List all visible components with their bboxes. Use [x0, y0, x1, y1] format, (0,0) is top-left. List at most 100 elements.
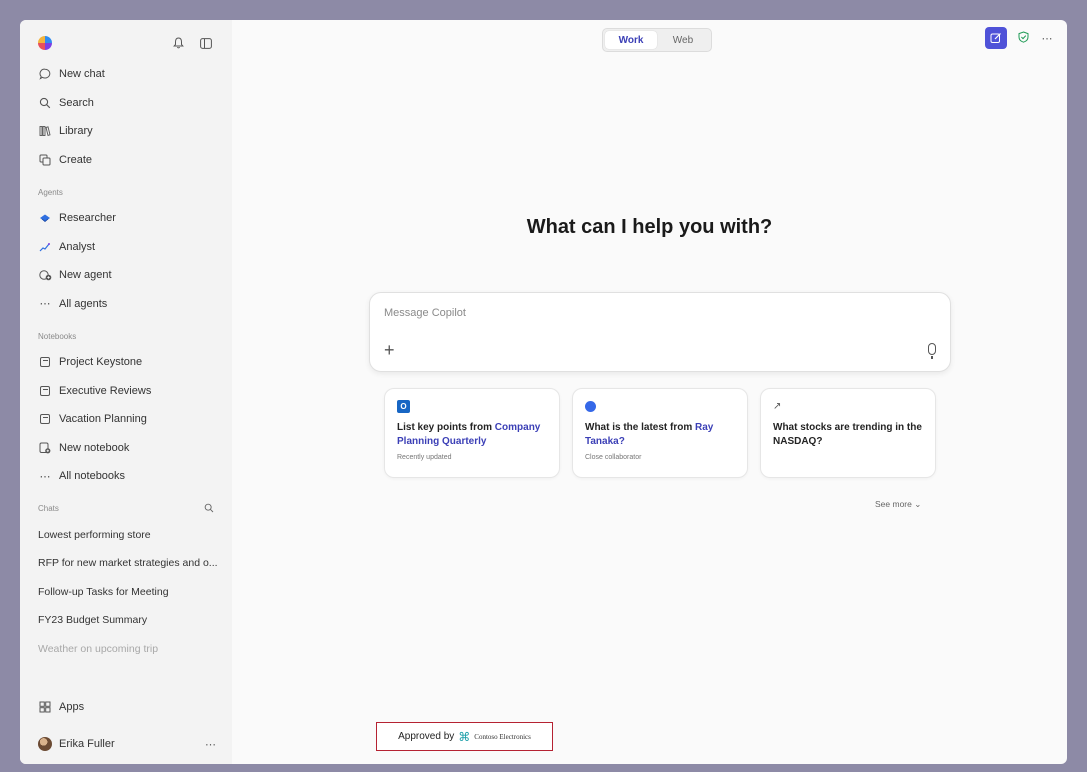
user-profile[interactable]: Erika Fuller ⋯ [20, 724, 232, 764]
sidebar: New chat Search Library Create Agents Re… [20, 20, 232, 764]
nav-label: Create [59, 153, 93, 166]
notebook-icon [38, 412, 52, 426]
new-agent-icon [38, 268, 52, 282]
search-icon [38, 96, 52, 110]
outlook-icon: O [397, 399, 410, 413]
nav-create[interactable]: Create [20, 146, 232, 175]
sidebar-header [20, 28, 232, 58]
nav-new-chat[interactable]: New chat [20, 60, 232, 89]
sidebar-toggle-icon[interactable] [192, 32, 220, 54]
agents-list: Researcher Analyst New agent ⋯ All agent… [20, 204, 232, 318]
suggestion-card[interactable]: What is the latest from Ray Tanaka? Clos… [572, 388, 748, 478]
notebook-icon [38, 355, 52, 369]
notebook-icon [38, 384, 52, 398]
more-options-icon[interactable]: ⋯ [1039, 32, 1055, 45]
microphone-icon[interactable] [928, 343, 936, 359]
nav-label: Analyst [59, 240, 96, 253]
suggestion-text: List key points from Company Planning Qu… [397, 421, 547, 449]
work-web-toggle: Work Web [602, 28, 712, 52]
new-chat-button[interactable] [985, 27, 1007, 49]
chat-item[interactable]: Lowest performing store [20, 521, 232, 550]
user-name: Erika Fuller [59, 738, 115, 750]
nav-label: New chat [59, 68, 105, 81]
library-icon [38, 124, 52, 138]
message-input[interactable] [384, 303, 924, 323]
nav-label: Project Keystone [59, 356, 143, 369]
suggestion-text: What is the latest from Ray Tanaka? [585, 421, 735, 449]
ellipsis-icon: ⋯ [39, 298, 51, 311]
chat-item[interactable]: RFP for new market strategies and o... [20, 549, 232, 578]
notebook-new[interactable]: New notebook [20, 434, 232, 463]
notebook-all[interactable]: ⋯ All notebooks [20, 462, 232, 491]
chevron-down-icon: ⌄ [914, 499, 922, 509]
create-icon [38, 153, 52, 167]
compose-icon [990, 33, 1001, 43]
shield-check-icon[interactable] [1015, 30, 1031, 46]
chat-item[interactable]: Weather on upcoming trip [20, 635, 232, 664]
suggestion-subtitle: Close collaborator [585, 454, 642, 461]
contoso-logo-icon: ⌘ [458, 729, 471, 744]
see-more-label: See more [875, 499, 912, 509]
chat-item[interactable]: FY23 Budget Summary [20, 606, 232, 635]
nav-library[interactable]: Library [20, 117, 232, 146]
main-area: Work Web ⋯ What can I help you with? + O… [232, 20, 1067, 764]
toggle-work[interactable]: Work [605, 31, 657, 49]
chats-heading-text: Chats [38, 504, 59, 513]
agent-all[interactable]: ⋯ All agents [20, 290, 232, 319]
nav-label: Executive Reviews [59, 384, 152, 397]
analyst-icon [38, 240, 52, 254]
suggestion-card[interactable]: O List key points from Company Planning … [384, 388, 560, 478]
notebook-vacation-planning[interactable]: Vacation Planning [20, 405, 232, 434]
suggestion-text-plain: What is the latest from [585, 422, 696, 433]
approved-by-badge: Approved by ⌘ Contoso Electronics [376, 722, 553, 751]
approved-by-label: Approved by [398, 731, 455, 742]
nav-label: New agent [59, 269, 112, 282]
approved-brand: Contoso Electronics [474, 732, 531, 741]
suggestion-card[interactable]: ↗ What stocks are trending in the NASDAQ… [760, 388, 936, 478]
suggestion-text: What stocks are trending in the NASDAQ? [773, 422, 922, 447]
nav-label: New notebook [59, 441, 130, 454]
notebooks-list: Project Keystone Executive Reviews Vacat… [20, 348, 232, 491]
apps-grid-icon [38, 700, 52, 714]
nav-apps[interactable]: Apps [20, 692, 232, 722]
agents-heading-text: Agents [38, 187, 63, 197]
notebooks-heading: Notebooks [20, 324, 232, 348]
primary-nav: New chat Search Library Create [20, 60, 232, 174]
notebooks-heading-text: Notebooks [38, 331, 77, 341]
notebook-executive-reviews[interactable]: Executive Reviews [20, 377, 232, 406]
nav-label: Library [59, 125, 93, 138]
add-attachment-icon[interactable]: + [384, 341, 395, 359]
avatar [38, 737, 52, 751]
ellipsis-icon: ⋯ [39, 470, 51, 483]
suggestion-subtitle: Recently updated [397, 454, 452, 461]
agent-researcher[interactable]: Researcher [20, 204, 232, 233]
message-composer: + [369, 292, 951, 372]
chats-list: Lowest performing store RFP for new mark… [20, 521, 232, 664]
copilot-window: New chat Search Library Create Agents Re… [20, 20, 1067, 764]
researcher-icon [38, 211, 52, 225]
chat-item[interactable]: Follow-up Tasks for Meeting [20, 578, 232, 607]
agents-heading: Agents [20, 180, 232, 204]
notebook-project-keystone[interactable]: Project Keystone [20, 348, 232, 377]
teams-icon [585, 400, 596, 412]
page-title: What can I help you with? [526, 216, 773, 238]
agent-new[interactable]: New agent [20, 261, 232, 290]
nav-label: Researcher [59, 212, 116, 225]
chats-search-icon[interactable] [204, 503, 214, 515]
bell-icon[interactable] [164, 32, 192, 54]
nav-label: All agents [59, 297, 108, 310]
suggestion-text-tail: ? [618, 436, 625, 447]
copilot-logo-icon[interactable] [38, 36, 52, 50]
see-more-button[interactable]: See more ⌄ [875, 499, 921, 510]
suggestion-cards: O List key points from Company Planning … [384, 388, 936, 478]
user-more-icon[interactable]: ⋯ [205, 738, 216, 751]
sidebar-footer: Apps Erika Fuller ⋯ [20, 692, 232, 764]
toggle-web[interactable]: Web [657, 31, 709, 49]
nav-search[interactable]: Search [20, 89, 232, 118]
agent-analyst[interactable]: Analyst [20, 233, 232, 262]
nav-label: All notebooks [59, 470, 126, 483]
new-notebook-icon [38, 441, 52, 455]
top-right-actions: ⋯ [985, 27, 1055, 49]
nav-label: Apps [59, 701, 85, 713]
nav-label: Search [59, 96, 94, 109]
